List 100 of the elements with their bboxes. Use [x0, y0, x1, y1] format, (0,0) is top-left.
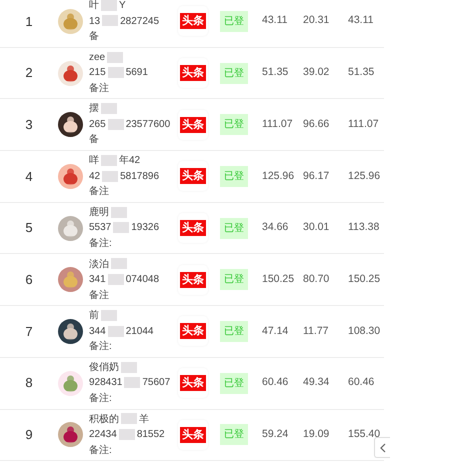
note-label: 备注: [89, 238, 112, 249]
value-cell-text: 49.34 [303, 375, 330, 390]
status-tag: 已登 [220, 114, 248, 136]
privacy-mosaic [124, 377, 140, 388]
status-tag: 已登 [220, 320, 248, 342]
collapse-button[interactable] [374, 437, 390, 458]
value-cell-text: 51.35 [262, 65, 290, 80]
note-label: 备注: [89, 341, 112, 352]
user-name: 年42 [119, 155, 140, 166]
privacy-mosaic [111, 206, 127, 218]
row-number: 5 [24, 219, 34, 238]
account-number: 23577600 [126, 118, 170, 130]
status-tag: 已登 [220, 424, 248, 446]
platform-logo: 头条 [180, 426, 206, 443]
value-cell-text: 96.66 [303, 116, 330, 132]
platform-logo: 头条 [180, 323, 206, 340]
privacy-mosaic [101, 103, 117, 114]
account-number: 344 [89, 326, 106, 337]
privacy-mosaic [121, 413, 137, 424]
privacy-mosaic [101, 310, 117, 322]
note-label: 备注 [89, 82, 109, 94]
note-label: 备注 [89, 186, 109, 198]
value-cell-text: 51.35 [348, 65, 376, 80]
privacy-mosaic [108, 118, 124, 130]
privacy-mosaic [108, 67, 124, 78]
value-cell-text: 43.11 [348, 13, 374, 28]
user-name: 前 [89, 310, 99, 322]
status-tag: 已登 [220, 166, 248, 187]
account-number: 2827245 [120, 16, 160, 27]
privacy-mosaic [101, 0, 117, 11]
account-number: 19326 [131, 222, 160, 234]
account-number: 928431 [89, 377, 122, 388]
value-cell-text: 113.38 [348, 220, 380, 236]
account-number: 5817896 [120, 170, 160, 182]
user-name: 叶 [89, 0, 99, 12]
note-label: 备注 [89, 290, 109, 301]
status-tag: 已登 [220, 218, 248, 239]
user-name: zee [89, 52, 106, 63]
account-number: 341 [89, 274, 106, 286]
privacy-mosaic [111, 258, 127, 270]
value-cell-text: 60.46 [348, 375, 376, 390]
user-name: 积极的 [89, 414, 119, 425]
account-number: 81552 [136, 429, 165, 440]
platform-logo: 头条 [180, 13, 206, 30]
platform-logo: 头条 [180, 220, 206, 236]
privacy-mosaic [102, 170, 118, 182]
value-cell-text: 43.11 [262, 13, 288, 28]
status-tag: 已登 [220, 372, 248, 394]
account-number: 21044 [126, 326, 154, 337]
value-cell-text: 111.07 [348, 116, 380, 132]
note-label: 备注: [89, 392, 112, 404]
privacy-mosaic [108, 274, 124, 285]
privacy-mosaic [107, 52, 124, 63]
value-cell-text: 155.40 [348, 426, 382, 442]
value-cell-text: 30.01 [303, 220, 330, 236]
account-number: 5691 [126, 67, 148, 78]
value-cell-text: 47.14 [262, 324, 290, 339]
value-cell-text: 150.25 [262, 272, 296, 287]
row-number: 6 [24, 271, 34, 290]
note-label: 备注: [89, 444, 112, 456]
privacy-mosaic [108, 326, 124, 337]
privacy-mosaic [118, 428, 135, 440]
value-cell-text: 11.77 [303, 324, 330, 339]
platform-logo: 头条 [180, 168, 206, 184]
status-tag: 已登 [220, 62, 248, 84]
user-name: 羊 [139, 414, 149, 425]
row-number: 4 [24, 168, 34, 186]
row-number: 1 [24, 12, 34, 31]
note-label: 备 [89, 134, 99, 146]
value-cell-text: 39.02 [303, 65, 330, 80]
platform-logo: 头条 [180, 65, 206, 82]
privacy-mosaic [102, 15, 118, 26]
row-number: 7 [24, 322, 34, 341]
status-tag: 已登 [220, 269, 248, 290]
value-cell-text: 111.07 [262, 116, 294, 132]
note-label: 备 [89, 31, 99, 42]
account-number: 265 [89, 118, 106, 130]
value-cell-text: 125.96 [348, 168, 382, 184]
chevron-left-icon [380, 442, 386, 452]
user-name: 鹿明 [89, 206, 109, 218]
value-cell-text: 150.25 [348, 272, 382, 287]
user-name: 咩 [89, 155, 99, 166]
row-number: 2 [24, 64, 34, 82]
account-number: 75607 [142, 377, 170, 388]
value-cell-text: 96.17 [303, 168, 330, 184]
value-cell-text: 59.24 [262, 426, 290, 442]
account-number: 42 [89, 170, 100, 182]
value-cell-text: 19.09 [303, 426, 330, 442]
account-number: 074048 [126, 274, 160, 286]
account-number: 13 [89, 16, 100, 27]
privacy-mosaic [121, 362, 137, 373]
value-cell-text: 80.70 [303, 272, 330, 287]
row-number: 8 [24, 374, 34, 392]
platform-logo: 头条 [180, 272, 206, 288]
user-name: 摆 [89, 103, 99, 114]
platform-logo: 头条 [180, 375, 206, 392]
row-number: 3 [24, 116, 34, 134]
value-cell-text: 125.96 [262, 168, 296, 184]
row-number: 9 [24, 426, 34, 444]
user-name: Y [119, 0, 126, 12]
